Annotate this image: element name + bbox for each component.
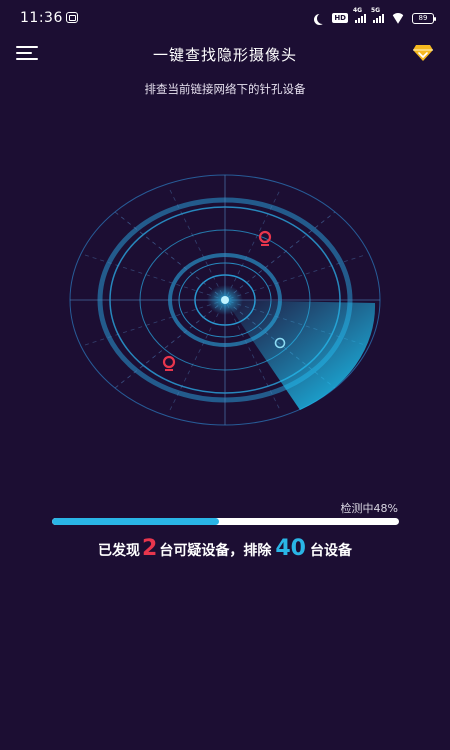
result-suffix: 台设备 bbox=[309, 543, 352, 559]
page-subtitle: 排查当前链接网络下的针孔设备 bbox=[144, 82, 306, 96]
screen: 11:36 HD 4G 5G 89 一键查找隐形摄像头 排查当前链接网络下的针孔… bbox=[0, 0, 450, 750]
battery-icon: 89 bbox=[412, 12, 436, 24]
signal-5g-icon: 5G bbox=[371, 7, 384, 23]
excluded-device-count: 40 bbox=[275, 536, 306, 561]
signal-4g-label: 4G bbox=[353, 6, 363, 14]
signal-5g-label: 5G bbox=[371, 6, 381, 14]
radar-center-dot bbox=[221, 296, 229, 304]
status-indicators: HD 4G 5G 89 bbox=[314, 7, 436, 26]
scan-progress-bar bbox=[52, 518, 399, 525]
progress-label: 检测中48% bbox=[340, 502, 398, 515]
scan-result-summary: 已发现2 台可疑设备，排除 40 台设备 bbox=[0, 536, 450, 561]
status-bar: 11:36 HD 4G 5G 89 bbox=[0, 0, 450, 36]
radar-sweep bbox=[225, 300, 376, 410]
notification-app-icon bbox=[66, 12, 78, 23]
signal-4g-icon: 4G bbox=[353, 7, 366, 23]
radar-scanner bbox=[69, 174, 381, 426]
do-not-disturb-icon bbox=[317, 13, 328, 24]
status-time: 11:36 bbox=[20, 10, 63, 26]
vip-diamond-icon[interactable] bbox=[412, 44, 434, 62]
hd-badge: HD bbox=[332, 13, 348, 23]
wifi-icon bbox=[391, 13, 405, 24]
page-title: 一键查找隐形摄像头 bbox=[152, 46, 297, 64]
result-prefix: 已发现 bbox=[98, 543, 141, 559]
suspicious-device-count: 2 bbox=[142, 536, 158, 561]
detected-device-marker[interactable] bbox=[162, 355, 176, 371]
result-middle: 台可疑设备，排除 bbox=[159, 543, 272, 559]
scan-progress-fill bbox=[52, 518, 219, 525]
